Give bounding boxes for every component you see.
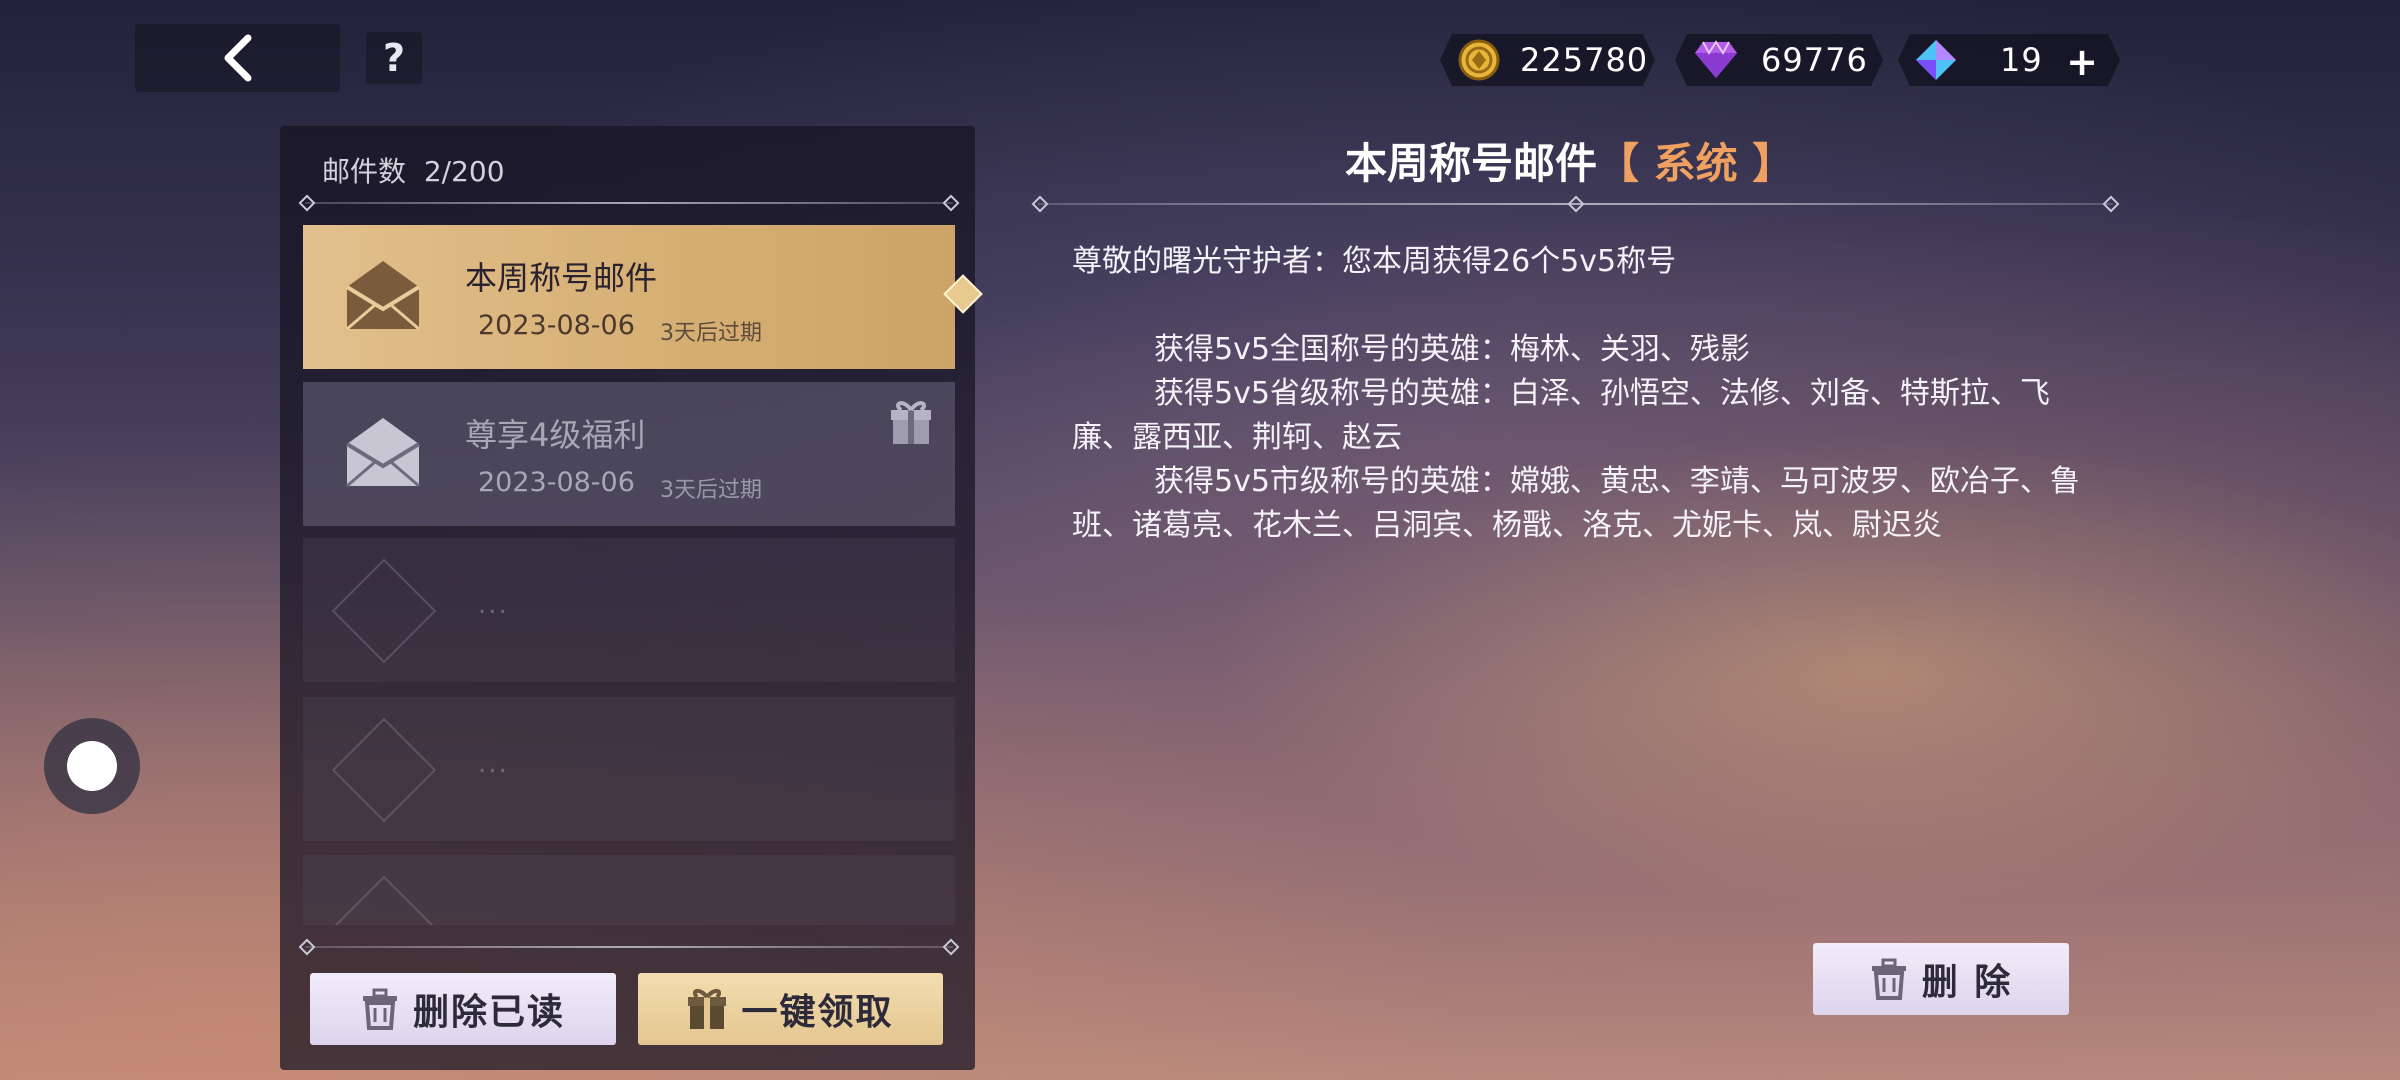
mail-greeting: 尊敬的曙光守护者：您本周获得26个5v5称号 (1072, 244, 1677, 279)
mail-slot-empty: ... (303, 538, 955, 682)
delete-read-button[interactable]: 删除已读 (310, 973, 616, 1045)
mail-date: 2023-08-06 (478, 467, 635, 498)
claim-all-button[interactable]: 一键领取 (638, 973, 943, 1045)
mail-slot-empty: ... (303, 697, 955, 841)
mail-title: 本周称号邮件 (465, 259, 658, 297)
diamond-amount: 19 (2000, 41, 2043, 79)
trash-icon (1871, 958, 1906, 1000)
mail-detail-title: 本周称号邮件【 系统 】 (1345, 139, 1795, 188)
selected-indicator (943, 274, 983, 314)
list-bottom-divider (298, 938, 960, 956)
circle-icon (67, 741, 117, 791)
gift-icon (688, 989, 727, 1029)
mail-line-city: 获得5v5市级称号的英雄：嫦娥、黄忠、李靖、马可波罗、欧冶子、鲁班、诸葛亮、花木… (1072, 464, 2080, 543)
trash-icon (362, 988, 397, 1030)
diamond-currency[interactable]: 19 + (1898, 34, 2120, 86)
sender-tag: 【 系统 】 (1597, 139, 1795, 188)
gold-currency: 225780 (1440, 34, 1655, 86)
gem-currency: 69776 (1675, 34, 1883, 86)
add-diamond-button[interactable]: + (2066, 40, 2098, 84)
mail-count: 邮件数 2/200 (322, 155, 505, 188)
mail-item-weekly-title[interactable]: 本周称号邮件 2023-08-06 3天后过期 (303, 225, 983, 369)
purple-gem-icon (1693, 40, 1739, 80)
list-top-divider (298, 194, 960, 212)
mail-line-national: 获得5v5全国称号的英雄：梅林、关羽、残影 (1154, 332, 1750, 367)
mail-line-provincial: 获得5v5省级称号的英雄：白泽、孙悟空、法修、刘备、特斯拉、飞廉、露西亚、荆轲、… (1072, 376, 2050, 455)
detail-divider (1031, 195, 2120, 213)
gold-amount: 225780 (1520, 41, 1649, 79)
gem-amount: 69776 (1761, 41, 1868, 79)
chevron-left-icon (224, 34, 251, 82)
mail-date: 2023-08-06 (478, 310, 635, 341)
help-icon: ? (382, 36, 406, 80)
envelope-icon (345, 261, 421, 331)
back-button[interactable] (135, 24, 340, 92)
mail-title: 尊享4级福利 (465, 416, 646, 454)
mail-item-vip-benefit[interactable]: 尊享4级福利 2023-08-06 3天后过期 (303, 382, 955, 526)
delete-button[interactable]: 删 除 (1813, 943, 2069, 1015)
diamond-icon (1914, 38, 1958, 82)
gold-coin-icon (1458, 39, 1500, 81)
mail-body: 尊敬的曙光守护者：您本周获得26个5v5称号 获得5v5全国称号的英雄：梅林、关… (1072, 240, 2092, 548)
mail-expire: 3天后过期 (660, 321, 762, 346)
mail-expire: 3天后过期 (660, 478, 762, 503)
gift-icon (891, 401, 931, 444)
mail-slot-empty: ... (303, 855, 955, 925)
help-button[interactable]: ? (366, 32, 422, 84)
floating-assist-button[interactable] (44, 718, 140, 814)
envelope-icon (345, 418, 421, 488)
